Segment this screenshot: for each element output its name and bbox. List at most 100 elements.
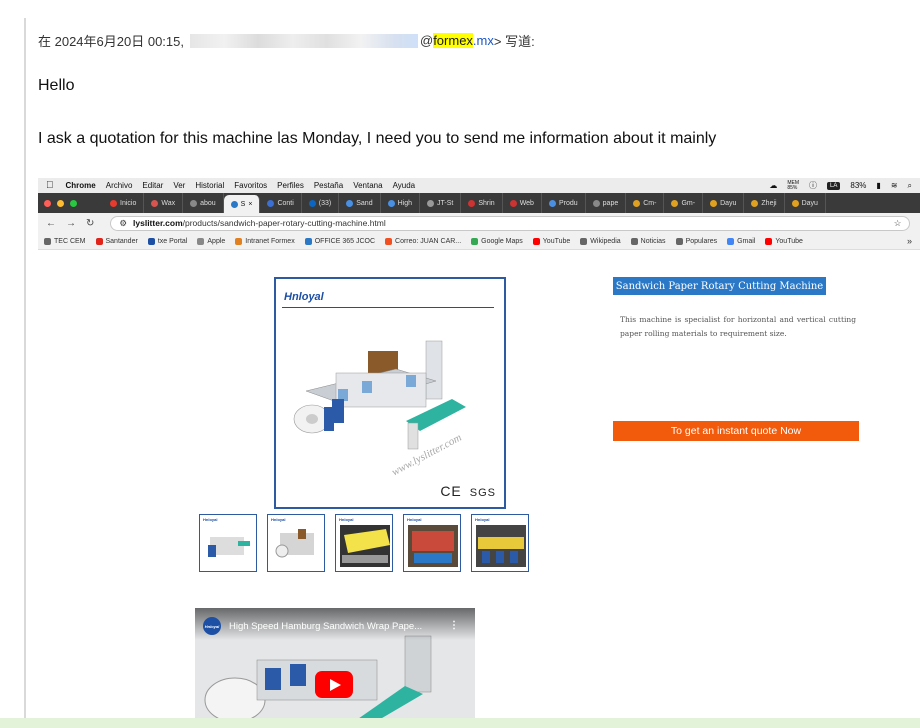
menu-item[interactable]: Ventana <box>353 181 382 190</box>
reload-icon[interactable]: ↻ <box>86 218 94 229</box>
sender-domain-highlight[interactable]: formex <box>433 33 473 48</box>
thumbnail-4[interactable]: Hnloyal <box>403 514 461 572</box>
info-icon[interactable]: ⓘ <box>809 180 817 191</box>
close-window-icon[interactable] <box>44 199 51 207</box>
battery-icon[interactable]: ▮ <box>876 181 880 190</box>
bookmark-item[interactable]: Intranet Formex <box>235 237 295 245</box>
menu-item[interactable]: Ayuda <box>393 181 416 190</box>
browser-tab[interactable]: Dayu <box>703 193 745 213</box>
browser-tab[interactable]: Cm- <box>626 193 665 213</box>
bookmark-item[interactable]: Correo: JUAN CAR... <box>385 237 461 245</box>
video-title[interactable]: High Speed Hamburg Sandwich Wrap Pape... <box>229 621 422 632</box>
browser-tab[interactable]: Sand <box>339 193 381 213</box>
browser-tab[interactable]: Conti <box>260 193 302 213</box>
play-button-icon[interactable] <box>315 671 353 698</box>
browser-tab[interactable]: Gm- <box>664 193 704 213</box>
more-bookmarks-chevron-icon[interactable]: » <box>907 236 912 246</box>
product-page: Hnloyal www.lyslitter.com CE SGS Hnloyal… <box>38 250 920 728</box>
zoom-window-icon[interactable] <box>70 199 77 207</box>
bookmark-item[interactable]: TEC CEM <box>44 237 86 245</box>
instant-quote-button[interactable]: To get an instant quote Now <box>613 421 859 441</box>
bookmark-item[interactable]: Noticias <box>630 237 666 245</box>
bookmark-item[interactable]: YouTube <box>765 237 803 245</box>
browser-tab-strip: Inicio Wax abou S × Conti (33) Sand High JT-St Shr… <box>38 193 920 213</box>
bookmark-star-icon[interactable]: ☆ <box>894 218 902 229</box>
more-options-icon[interactable]: ⋮ <box>449 620 459 631</box>
bookmark-item[interactable]: Apple <box>197 237 226 245</box>
thumbnail-1[interactable]: Hnloyal <box>199 514 257 572</box>
input-source-chip[interactable]: LA <box>827 181 841 190</box>
url-path: /products/sandwich-paper-rotary-cutting-… <box>182 218 386 228</box>
browser-tab[interactable]: (33) <box>302 193 340 213</box>
bookmark-item[interactable]: OFFICE 365 JCOC <box>304 237 375 245</box>
cloud-icon[interactable]: ☁ <box>769 181 777 190</box>
browser-tab[interactable]: High <box>381 193 420 213</box>
bookmark-item[interactable]: Google Maps <box>471 237 523 245</box>
bookmark-item[interactable]: txe Portal <box>147 237 187 245</box>
browser-tab[interactable]: abou <box>183 193 224 213</box>
browser-tab[interactable]: Produ <box>542 193 586 213</box>
machine-illustration <box>293 340 466 450</box>
youtube-video-embed[interactable]: Hnloyal High Speed Hamburg Sandwich Wrap… <box>195 608 475 728</box>
bookmark-favicon-icon <box>675 237 683 245</box>
sgs-mark: SGS <box>469 487 496 499</box>
menu-item[interactable]: Favoritos <box>234 181 267 190</box>
bookmark-item[interactable]: YouTube <box>532 237 571 245</box>
bookmark-label: Apple <box>207 237 226 245</box>
menu-item[interactable]: Editar <box>142 181 163 190</box>
close-tab-icon[interactable]: × <box>248 201 252 208</box>
product-description: This machine is specialist for horizonta… <box>620 315 856 338</box>
bookmark-favicon-icon <box>197 237 205 245</box>
channel-avatar[interactable]: Hnloyal <box>203 617 221 635</box>
header-prefix: 在 2024年6月20日 00:15, <box>38 34 184 49</box>
tab-favicon-icon <box>387 199 395 207</box>
tab-favicon-icon <box>791 199 799 207</box>
url-domain: lyslitter.com <box>133 218 183 228</box>
tab-favicon-icon <box>592 199 600 207</box>
browser-tab[interactable]: Wax <box>144 193 184 213</box>
thumbnail-2[interactable]: Hnloyal <box>267 514 325 572</box>
browser-tab[interactable]: S × <box>223 195 261 213</box>
bookmark-item[interactable]: Wikipedia <box>580 237 621 245</box>
browser-tab[interactable]: Dayu <box>785 193 826 213</box>
back-arrow-icon[interactable]: ← <box>46 218 56 229</box>
menu-item[interactable]: Pestaña <box>314 181 343 190</box>
thumbnail-5[interactable]: Hnloyal <box>471 514 529 572</box>
browser-tab[interactable]: JT-St <box>420 193 462 213</box>
browser-tab[interactable]: Inicio <box>103 193 145 213</box>
thumbnail-3[interactable]: Hnloyal <box>335 514 393 572</box>
search-icon[interactable]: ⌕ <box>908 181 912 191</box>
tab-label: S <box>240 200 246 208</box>
apple-icon[interactable]:  <box>46 180 54 191</box>
tab-label: Gm- <box>681 199 696 207</box>
bookmark-favicon-icon <box>304 237 312 245</box>
menu-item[interactable]: Historial <box>195 181 224 190</box>
header-suffix: > 写道: <box>493 34 535 49</box>
tab-label: Sand <box>356 199 373 207</box>
product-main-image[interactable]: Hnloyal www.lyslitter.com CE SGS <box>274 277 506 509</box>
browser-tab[interactable]: Web <box>503 193 542 213</box>
forward-arrow-icon[interactable]: → <box>66 218 76 229</box>
browser-tab[interactable]: Zheji <box>744 193 785 213</box>
menu-item[interactable]: Archivo <box>106 181 133 190</box>
bookmark-item[interactable]: Santander <box>95 237 138 245</box>
tab-favicon-icon <box>468 199 476 207</box>
address-bar[interactable]: ⚙ lyslitter.com /products/sandwich-paper… <box>110 215 911 231</box>
tab-favicon-icon <box>548 199 556 207</box>
site-info-icon[interactable]: ⚙ <box>119 218 127 229</box>
quote-bar <box>24 18 26 728</box>
bookmark-item[interactable]: Populares <box>675 237 717 245</box>
sender-domain-suffix[interactable]: .mx <box>473 33 494 48</box>
menu-item[interactable]: Perfiles <box>277 181 304 190</box>
bookmark-item[interactable]: Gmail <box>727 237 755 245</box>
tab-favicon-icon <box>267 199 275 207</box>
wifi-icon[interactable]: ≋ <box>891 181 898 190</box>
browser-tab[interactable]: pape <box>586 193 627 213</box>
bookmark-label: TEC CEM <box>54 237 86 245</box>
menu-item[interactable]: Ver <box>173 181 185 190</box>
minimize-window-icon[interactable] <box>57 199 64 207</box>
tab-favicon-icon <box>151 199 159 207</box>
bookmark-label: YouTube <box>542 237 571 245</box>
browser-tab[interactable]: Shrin <box>461 193 503 213</box>
menu-app-name[interactable]: Chrome <box>66 181 96 190</box>
